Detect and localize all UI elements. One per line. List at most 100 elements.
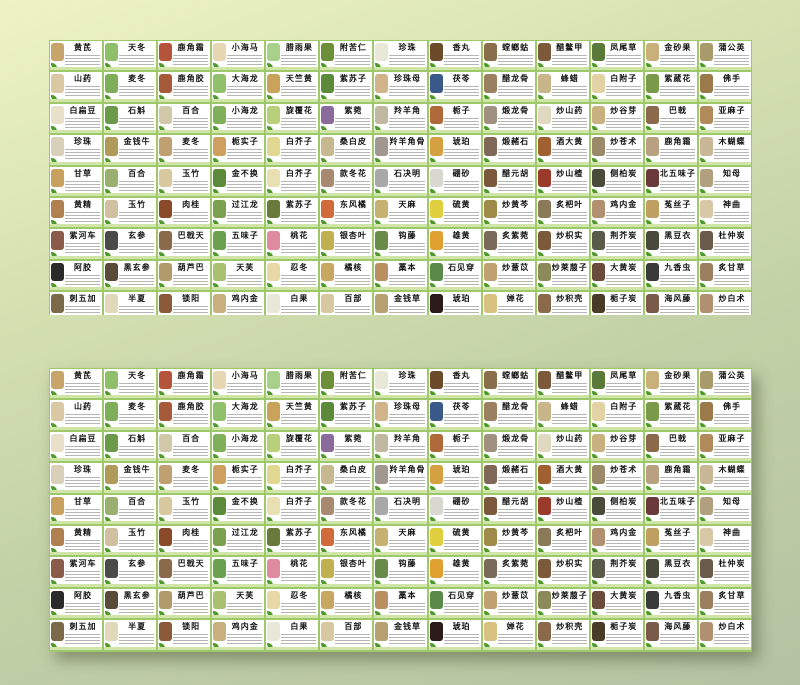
herb-tile: 腊雨果 (265, 40, 320, 72)
tile-footer-band (698, 583, 751, 587)
herb-image (267, 371, 281, 390)
tile-footer-band (482, 192, 535, 196)
herb-tile: 麦冬 (103, 399, 158, 431)
herb-image (321, 402, 335, 421)
herb-name: 巴戟 (668, 433, 687, 443)
herb-image (375, 74, 389, 93)
tile-footer-band (50, 489, 103, 493)
herb-image (537, 262, 551, 282)
tile-footer-band (374, 287, 427, 291)
herb-name: 琥珀 (452, 137, 471, 147)
herb-description-lines (713, 306, 749, 315)
herb-image (483, 168, 497, 187)
herb-name: 酒大黄 (556, 465, 584, 475)
herb-image (645, 465, 659, 484)
herb-name: 鹿角霜 (177, 43, 205, 52)
herb-image (591, 105, 605, 125)
herb-description-lines (443, 634, 479, 645)
herb-description-lines (443, 55, 479, 65)
tile-footer-band (104, 552, 157, 556)
herb-description-lines (443, 211, 479, 222)
tile-footer-band (50, 192, 103, 196)
herb-image (645, 105, 659, 125)
tile-footer-band (104, 161, 157, 165)
herb-image (699, 527, 713, 547)
herb-image (699, 262, 713, 282)
herb-tile: 鹿角霜 (643, 134, 698, 166)
herb-name: 炙紫菀 (502, 231, 530, 241)
herb-name: 天麻 (398, 199, 417, 209)
herb-tile: 黑玄参 (103, 587, 158, 620)
tile-footer-band (644, 255, 697, 259)
herb-image (645, 622, 659, 641)
tile-footer-band (266, 67, 319, 71)
tile-footer-band (212, 615, 265, 619)
herb-image (537, 402, 551, 421)
herb-tile: 附苦仁 (319, 368, 374, 400)
herb-tile: 炙紫菀 (481, 228, 536, 260)
herb-name: 婵花 (506, 294, 525, 304)
herb-image (159, 590, 173, 610)
herb-name: 炙甘草 (718, 590, 746, 600)
herb-image (645, 231, 659, 250)
herb-tile: 鹿角胶 (157, 71, 212, 103)
herb-description-lines (389, 274, 425, 285)
herb-description-lines (65, 211, 101, 222)
herb-name: 山药 (74, 74, 93, 84)
tile-footer-band (212, 552, 265, 556)
tile-footer-band (698, 98, 751, 102)
herb-tile: 珍珠 (49, 462, 104, 494)
tile-footer-band (536, 395, 589, 399)
herb-name: 珍珠母 (393, 74, 421, 84)
herb-description-lines (65, 55, 101, 65)
herb-tile: 白芥子 (265, 493, 320, 525)
herb-name: 醋龙骨 (502, 74, 530, 84)
tile-footer-band (50, 458, 103, 462)
tile-footer-band (644, 98, 697, 102)
herb-tile: 香丸 (427, 40, 482, 72)
herb-name: 麦冬 (182, 137, 201, 147)
herb-tile: 过江龙 (211, 524, 266, 557)
herb-name: 银杏叶 (339, 559, 367, 569)
herb-description-lines (605, 149, 641, 160)
tile-footer-band (266, 458, 319, 462)
herb-description-lines (659, 243, 695, 254)
herb-description-lines (497, 243, 533, 254)
herb-name: 百合 (128, 168, 147, 178)
herb-name: 小海马 (231, 43, 259, 52)
tile-footer-band (320, 395, 373, 399)
herb-tile: 石斛 (103, 430, 158, 463)
herb-description-lines (605, 477, 641, 488)
herb-tile: 紫葳花 (643, 71, 698, 103)
tile-footer-band (428, 520, 481, 524)
herb-description-lines (227, 602, 263, 613)
tile-footer-band (698, 615, 751, 619)
herb-image (537, 622, 551, 641)
herb-description-lines (389, 634, 425, 645)
tile-footer-band (482, 287, 535, 291)
tile-footer-band (590, 458, 643, 462)
tile-footer-band (266, 224, 319, 228)
herb-description-lines (389, 602, 425, 613)
herb-name: 白果 (290, 622, 309, 632)
herb-tile: 钩藤 (373, 556, 428, 588)
tile-footer-band (536, 426, 589, 430)
herb-tile: 栀子 (427, 102, 482, 135)
herb-image (375, 43, 389, 62)
herb-tile: 紫苏子 (265, 196, 320, 229)
herb-tile: 酒大黄 (535, 462, 590, 494)
herb-name: 白扁豆 (69, 105, 97, 115)
herb-image (537, 168, 551, 187)
herb-name: 鹿角霜 (664, 465, 692, 475)
herb-tile: 婵花 (481, 619, 536, 651)
herb-tile: 紫苏子 (265, 524, 320, 557)
herb-tile: 醋鳖甲 (535, 368, 590, 400)
herb-description-lines (281, 211, 317, 222)
herb-tile: 三七 (427, 650, 482, 652)
herb-description-lines (119, 508, 155, 519)
herb-tile: 菟丝子 (643, 196, 698, 229)
herb-image (105, 371, 119, 390)
tile-footer-band (320, 426, 373, 430)
herb-description-lines (173, 306, 209, 315)
herb-image (375, 199, 389, 219)
